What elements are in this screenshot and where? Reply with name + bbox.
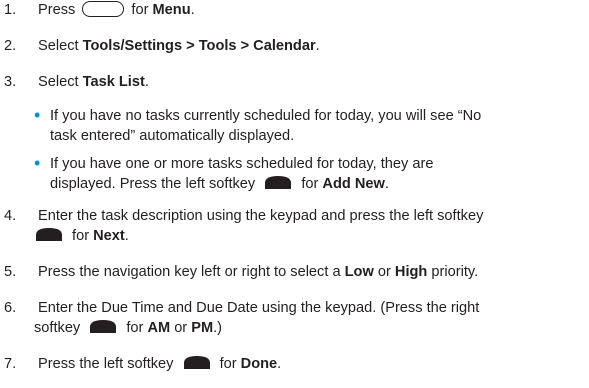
step-text: Press the left softkey for Done. [38,355,282,372]
bullet-dot: • [34,105,41,125]
instruction-document: 1. Press for Menu. 2. Select Tools/Setti… [0,0,589,388]
step-text: Press for Menu. [38,1,195,18]
step-number: 3. [4,74,17,90]
bullet-text: If you have one or more tasks scheduled … [50,156,434,172]
step-text: Enter the Due Time and Due Date using th… [38,300,480,316]
bullet-text: If you have no tasks currently scheduled… [50,108,482,124]
step-text: Select Tools/Settings > Tools > Calendar… [38,38,320,54]
step-text: Select Task List. [38,74,149,90]
step-number: 2. [4,38,17,54]
softkey-icon [265,175,292,189]
step-number: 5. [4,264,17,280]
softkey-icon [183,355,210,369]
bullet-text-continued: task entered” automatically displayed. [50,128,295,144]
step-number: 1. [4,2,17,18]
oval-key-icon [82,1,125,18]
step-number: 4. [4,208,17,224]
step-text-continued: softkey for AM or PM.) [34,319,223,336]
step-number: 7. [4,356,17,372]
bullet-text-continued: displayed. Press the left softkey for Ad… [50,175,389,192]
softkey-icon [36,227,62,241]
bullet-dot: • [34,153,41,173]
step-number: 6. [4,300,17,316]
step-text-continued: for Next. [34,226,129,246]
softkey-icon [90,319,117,333]
step-text: Enter the task description using the key… [38,208,484,224]
step-text: Press the navigation key left or right t… [38,264,479,280]
